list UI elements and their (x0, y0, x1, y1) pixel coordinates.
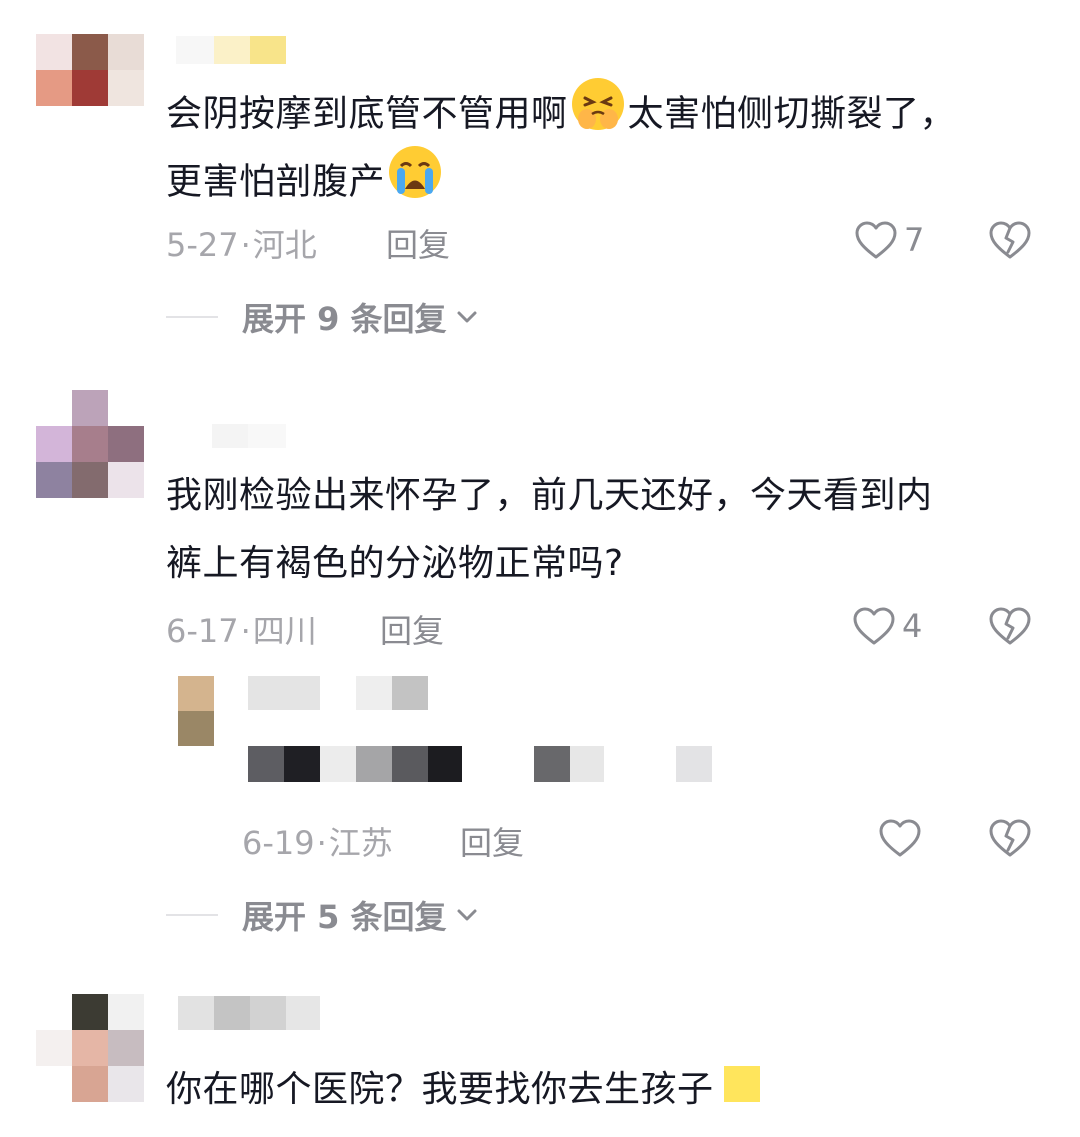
comment-text: 我刚检验出来怀孕了，前几天还好，今天看到内 (166, 475, 933, 516)
like-button[interactable]: 4 (852, 606, 922, 646)
crying-face-icon (387, 144, 443, 223)
chevron-down-icon (457, 909, 477, 921)
reply-button[interactable]: 回复 (380, 606, 444, 652)
like-count: 7 (904, 221, 925, 259)
heart-icon (855, 221, 897, 259)
avatar[interactable] (178, 676, 214, 746)
heart-icon (879, 819, 921, 857)
broken-heart-icon (989, 221, 1031, 259)
comment-text-line2: 更害怕剖腹产 (166, 144, 445, 223)
avatar[interactable] (36, 994, 144, 1102)
chevron-down-icon (457, 311, 477, 323)
divider (166, 914, 218, 916)
heart-icon (853, 607, 895, 645)
divider (166, 316, 218, 318)
comment-meta: 6-19·江苏 (242, 824, 393, 862)
reply-button[interactable]: 回复 (460, 818, 524, 864)
expand-replies-button[interactable]: 展开 5 条回复 (166, 892, 479, 938)
username[interactable] (178, 996, 320, 1030)
comment-meta: 6-17·四川 (166, 612, 317, 650)
username[interactable] (248, 676, 428, 710)
comment-meta: 5-27·河北 (166, 226, 317, 264)
emoji-icon (723, 1066, 760, 1102)
reply-button[interactable]: 回复 (386, 220, 450, 266)
comment-text: 你在哪个医院？我要找你去生孩子 (166, 1056, 762, 1124)
username[interactable] (176, 36, 286, 64)
like-button[interactable] (878, 818, 928, 858)
broken-heart-icon (989, 607, 1031, 645)
dislike-button[interactable] (988, 606, 1032, 650)
persevering-face-icon (570, 76, 626, 155)
broken-heart-icon (989, 819, 1031, 857)
like-button[interactable]: 7 (854, 220, 924, 260)
avatar[interactable] (36, 34, 144, 108)
comment-text-line2: 裤上有褐色的分泌物正常吗? (166, 543, 624, 584)
expand-replies-button[interactable]: 展开 9 条回复 (166, 294, 479, 340)
dislike-button[interactable] (988, 220, 1032, 264)
reply-text-obscured (248, 746, 712, 782)
like-count: 4 (902, 607, 923, 645)
username[interactable] (176, 424, 286, 448)
avatar[interactable] (36, 390, 144, 498)
dislike-button[interactable] (988, 818, 1032, 862)
